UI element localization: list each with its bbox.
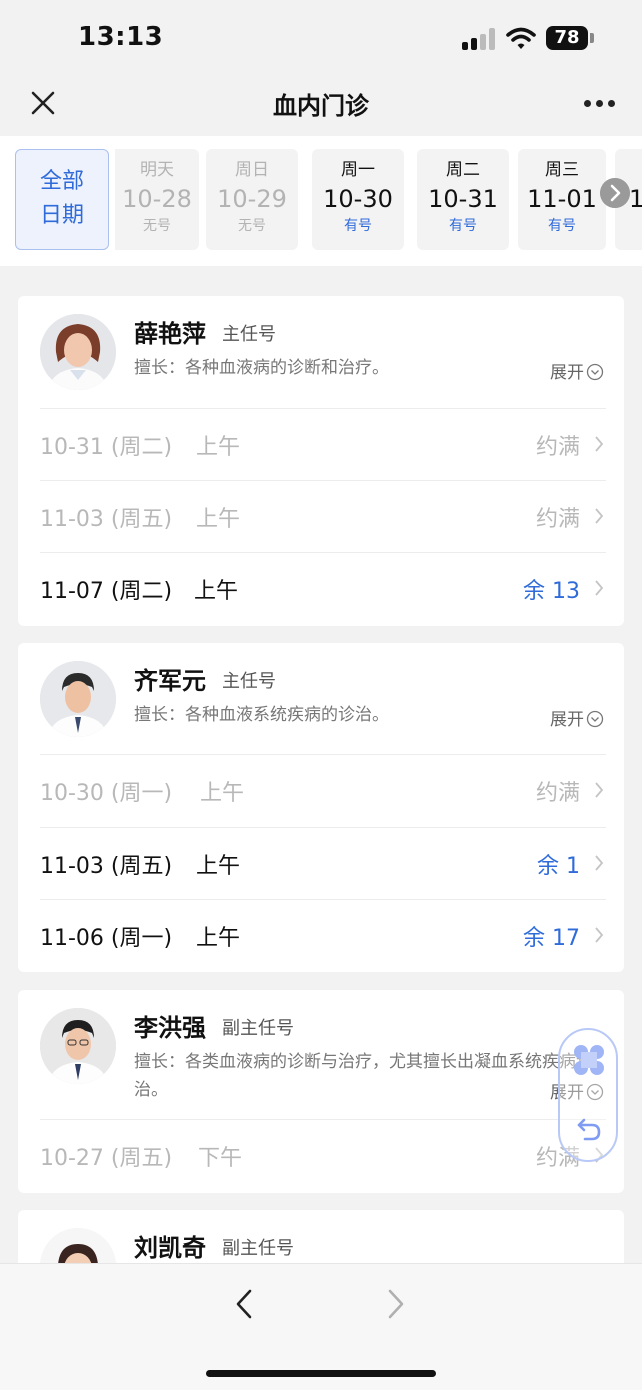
schedule-slot[interactable]: 11-03 (周五) 上午 余 1: [40, 827, 606, 900]
chevron-right-icon: [595, 580, 604, 596]
bottom-nav-bar: [0, 1263, 642, 1390]
slot-period: 上午: [200, 781, 245, 806]
slot-period: 上午: [196, 507, 241, 532]
date-status: 有号: [344, 218, 372, 234]
doctor-rank: 副主任号: [222, 1018, 294, 1039]
slot-date: 11-03 (周五): [40, 507, 173, 532]
battery-icon: 78: [546, 26, 588, 50]
slot-date: 10-27 (周五): [40, 1146, 173, 1171]
doctor-card[interactable]: 薛艳萍 主任号 擅长：各种血液病的诊断和治疗。 展开 10-31 (周二) 上午…: [18, 296, 624, 626]
doctor-rank: 主任号: [222, 671, 276, 692]
chevron-right-icon: [595, 508, 604, 524]
slot-date: 11-07 (周二): [40, 579, 173, 604]
date-card[interactable]: 周二 10-31 有号: [417, 149, 509, 250]
slot-status: 约满: [535, 435, 580, 460]
schedule-slot[interactable]: 10-31 (周二) 上午 约满: [40, 408, 606, 481]
expand-button[interactable]: 展开: [550, 358, 604, 383]
date-value: 10-30: [323, 185, 393, 213]
slot-status: 余 1: [537, 854, 580, 879]
slot-status: 约满: [535, 781, 580, 806]
page-title: 血内门诊: [273, 92, 369, 120]
doctor-name: 薛艳萍: [134, 320, 206, 348]
expand-label: 展开: [550, 710, 584, 730]
date-status: 无号: [143, 218, 171, 234]
schedule-slot[interactable]: 11-03 (周五) 上午 约满: [40, 480, 606, 553]
date-weekday: 周二: [446, 160, 480, 180]
date-status: 无号: [238, 218, 266, 234]
back-arrow-icon[interactable]: [234, 1288, 254, 1320]
doctor-name: 刘凯奇: [134, 1234, 206, 1262]
date-card[interactable]: 明天 10-28 无号: [115, 149, 199, 250]
date-weekday: 明天: [140, 160, 174, 180]
date-status: 有号: [449, 218, 477, 234]
more-icon[interactable]: [584, 100, 616, 108]
doctor-rank: 副主任号: [222, 1238, 294, 1259]
wifi-icon: [506, 27, 536, 49]
battery-tip: [590, 33, 594, 43]
chevron-right-icon[interactable]: [600, 178, 630, 208]
doctor-name: 李洪强: [134, 1014, 206, 1042]
home-indicator: [206, 1370, 436, 1377]
avatar: [40, 661, 116, 737]
doctor-name: 齐军元: [134, 667, 206, 695]
chevron-right-icon: [595, 436, 604, 452]
nav-bar: 血内门诊: [0, 72, 642, 136]
date-weekday: 周一: [341, 160, 375, 180]
slot-date: 10-30 (周一): [40, 781, 173, 806]
doctor-specialty: 擅长：各类血液病的诊断与治疗，尤其擅长出凝血系统疾病诊治。: [134, 1052, 593, 1100]
slot-period: 上午: [194, 579, 239, 604]
schedule-slot[interactable]: 10-30 (周一) 上午 约满: [40, 754, 606, 827]
slot-status: 约满: [535, 507, 580, 532]
date-value: 10-28: [122, 185, 192, 213]
date-card[interactable]: 周三 11-01 有号: [518, 149, 606, 250]
slot-period: 下午: [198, 1146, 243, 1171]
date-weekday: 周日: [235, 160, 269, 180]
avatar: [40, 1008, 116, 1084]
date-value: 11-01: [527, 185, 597, 213]
doctor-card[interactable]: 李洪强 副主任号 擅长：各类血液病的诊断与治疗，尤其擅长出凝血系统疾病诊治。 展…: [18, 990, 624, 1193]
chevron-down-icon: [586, 363, 604, 381]
date-all-label-2: 日期: [39, 203, 84, 228]
expand-label: 展开: [550, 363, 584, 383]
slot-period: 上午: [196, 854, 241, 879]
return-icon[interactable]: [575, 1116, 603, 1144]
schedule-slot[interactable]: 11-07 (周二) 上午 余 13: [40, 552, 606, 625]
date-card[interactable]: 周日 10-29 无号: [206, 149, 298, 250]
date-status: 有号: [548, 218, 576, 234]
doctor-rank: 主任号: [222, 324, 276, 345]
schedule-slot[interactable]: 11-06 (周一) 上午 余 17: [40, 899, 606, 972]
doctor-specialty: 擅长：各种血液病的诊断和治疗。: [134, 358, 389, 378]
slot-status: 余 13: [523, 579, 580, 604]
slot-date: 10-31 (周二): [40, 435, 173, 460]
avatar: [40, 314, 116, 390]
forward-arrow-icon[interactable]: [386, 1288, 406, 1320]
slot-period: 上午: [196, 435, 241, 460]
chevron-right-icon: [595, 782, 604, 798]
chevron-right-icon: [595, 855, 604, 871]
date-selector: 全部 日期 明天 10-28 无号 周日 10-29 无号 周一 10-30 有…: [0, 136, 642, 266]
slot-date: 11-03 (周五): [40, 854, 173, 879]
date-card[interactable]: 周一 10-30 有号: [312, 149, 404, 250]
doctor-card[interactable]: 齐军元 主任号 擅长：各种血液系统疾病的诊治。 展开 10-30 (周一) 上午…: [18, 643, 624, 972]
schedule-slot[interactable]: 10-27 (周五) 下午 约满: [40, 1119, 606, 1192]
date-all-button[interactable]: 全部 日期: [15, 149, 109, 250]
status-bar: 13:13 78: [0, 0, 642, 72]
cellular-signal-icon: [462, 28, 496, 50]
floating-toolbar[interactable]: [558, 1028, 618, 1162]
expand-button[interactable]: 展开: [550, 705, 604, 730]
chevron-right-icon: [595, 927, 604, 943]
chevron-down-icon: [586, 710, 604, 728]
slot-period: 上午: [196, 926, 241, 951]
doctor-specialty: 擅长：各种血液系统疾病的诊治。: [134, 705, 389, 725]
date-weekday: 周三: [545, 160, 579, 180]
date-value: 10-29: [217, 185, 287, 213]
date-value: 10-31: [428, 185, 498, 213]
quick-menu-icon[interactable]: [571, 1042, 607, 1078]
slot-date: 11-06 (周一): [40, 926, 173, 951]
slot-status: 余 17: [523, 926, 580, 951]
doctor-card[interactable]: 刘凯奇 副主任号: [18, 1210, 624, 1270]
status-time: 13:13: [78, 22, 164, 52]
date-all-label-1: 全部: [39, 169, 84, 194]
